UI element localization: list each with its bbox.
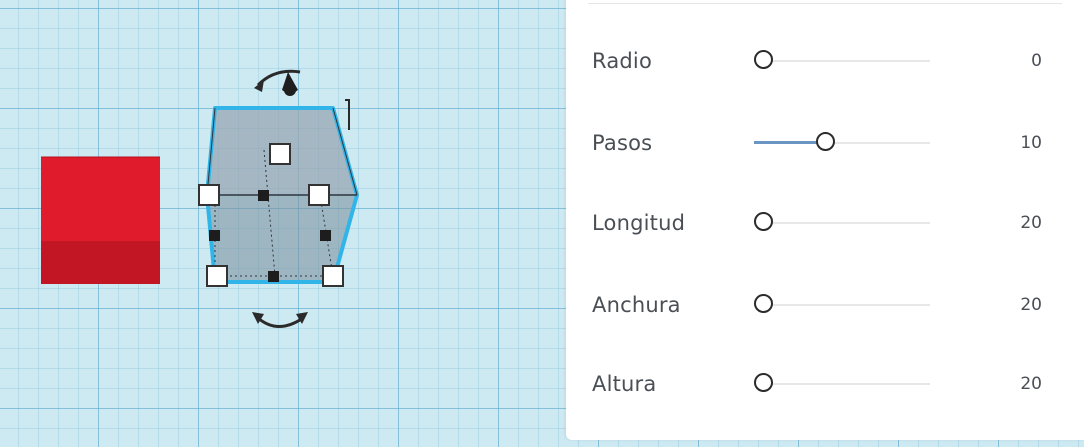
handle-left-edge	[209, 230, 220, 241]
radio-label: Radio	[592, 49, 653, 73]
slider-track	[754, 60, 930, 62]
handle-bottom-edge	[268, 271, 279, 282]
handle-bottom-right	[322, 265, 344, 287]
slider-thumb[interactable]	[754, 50, 773, 69]
handle-center	[258, 190, 269, 201]
longitud-slider[interactable]	[754, 203, 930, 243]
handle-right-edge	[320, 230, 331, 241]
slider-track	[754, 222, 930, 224]
longitud-label: Longitud	[592, 211, 686, 235]
pasos-label: Pasos	[592, 131, 653, 155]
anchura-slider[interactable]	[754, 285, 930, 325]
property-row-longitud: Longitud 20	[566, 203, 1084, 243]
property-row-pasos: Pasos 10	[566, 123, 1084, 163]
property-row-radio: Radio 0	[566, 41, 1084, 81]
altura-slider[interactable]	[754, 364, 930, 404]
radio-value[interactable]: 0	[1031, 41, 1042, 81]
anchura-label: Anchura	[592, 293, 681, 317]
slider-thumb[interactable]	[754, 212, 773, 231]
slider-thumb[interactable]	[754, 373, 773, 392]
radio-slider[interactable]	[754, 41, 930, 81]
altura-value[interactable]: 20	[1020, 364, 1042, 404]
slider-thumb[interactable]	[754, 294, 773, 313]
shape-properties-panel: Radio 0 Pasos 10 Longitud 20 Anchura 20 …	[566, 0, 1084, 440]
handle-top-center	[269, 143, 291, 165]
slider-track	[754, 383, 930, 385]
anchura-value[interactable]: 20	[1020, 285, 1042, 325]
height-marker-icon	[345, 99, 350, 130]
selected-hole-box[interactable]	[205, 106, 359, 284]
altura-label: Altura	[592, 372, 657, 396]
divider	[588, 3, 1062, 4]
slider-thumb[interactable]	[816, 132, 836, 151]
property-row-altura: Altura 20	[566, 364, 1084, 404]
property-row-anchura: Anchura 20	[566, 285, 1084, 325]
rotate-bottom-icon[interactable]	[252, 312, 308, 328]
longitud-value[interactable]: 20	[1020, 203, 1042, 243]
handle-mid-right	[308, 184, 330, 206]
handle-mid-left	[198, 184, 220, 206]
handle-bottom-left	[206, 265, 228, 287]
rotate-top-icon[interactable]	[254, 69, 301, 96]
pasos-value[interactable]: 10	[1020, 123, 1042, 163]
slider-track	[754, 304, 930, 306]
red-box[interactable]	[41, 156, 160, 284]
pasos-slider[interactable]	[754, 123, 930, 163]
